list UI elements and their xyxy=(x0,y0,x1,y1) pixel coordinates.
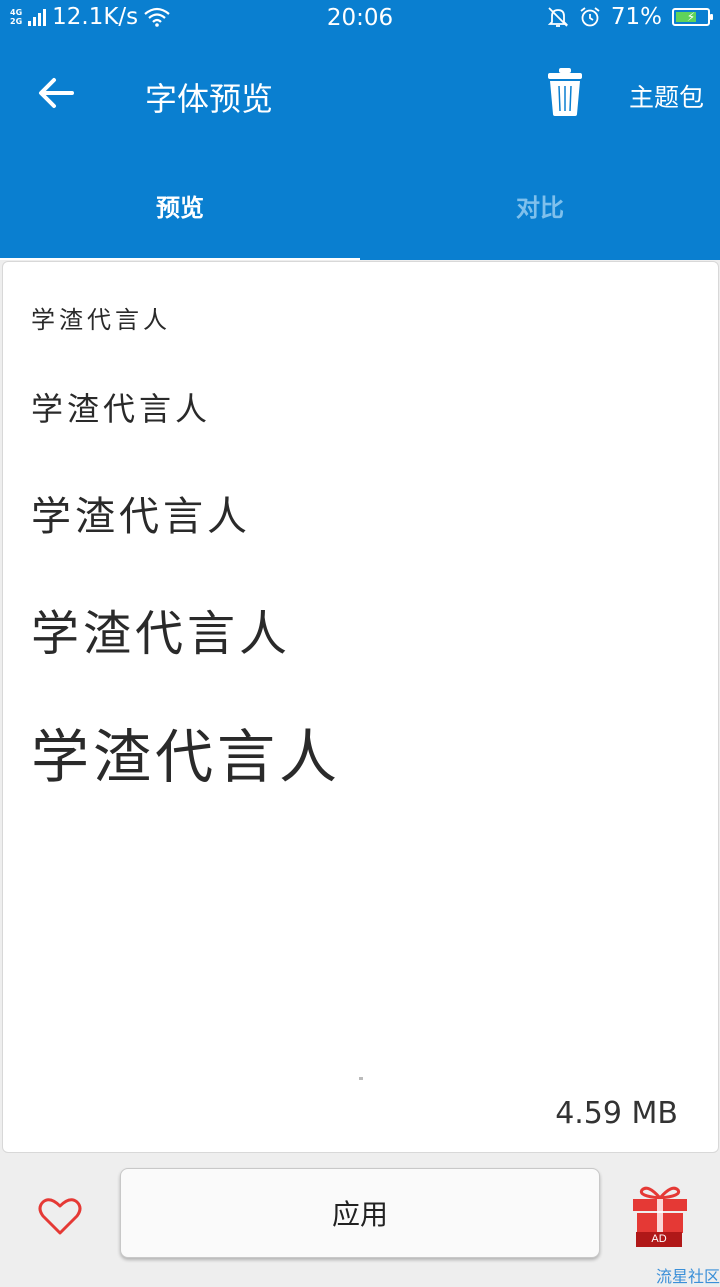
apply-button[interactable]: 应用 xyxy=(120,1168,600,1258)
battery-icon: ⚡ xyxy=(672,8,713,26)
battery-percent: 71% xyxy=(610,4,662,30)
ad-badge: AD xyxy=(636,1232,682,1247)
font-sample: 学渣代言人 xyxy=(31,606,292,662)
font-sample: 学渣代言人 xyxy=(31,494,251,540)
theme-pack-button[interactable]: 主题包 xyxy=(629,78,704,114)
heart-icon[interactable] xyxy=(38,1196,82,1236)
status-bar: 4G 2G 12.1K/s 20:06 71% ⚡ xyxy=(0,0,720,36)
tab-preview[interactable]: 预览 xyxy=(0,150,360,260)
page-indicator-dot xyxy=(359,1077,363,1080)
mute-icon xyxy=(547,7,569,27)
preview-card[interactable]: 学渣代言人 学渣代言人 学渣代言人 学渣代言人 学渣代言人 4.59 MB xyxy=(2,261,719,1153)
tab-bar: 预览 对比 xyxy=(0,150,720,260)
bottom-bar: 应用 AD xyxy=(0,1156,720,1280)
font-sample: 学渣代言人 xyxy=(31,723,342,791)
font-sample: 学渣代言人 xyxy=(31,390,212,428)
watermark: 流星社区 xyxy=(655,1267,720,1286)
tab-compare[interactable]: 对比 xyxy=(360,150,720,260)
page-title: 字体预览 xyxy=(145,80,274,118)
font-sample: 学渣代言人 xyxy=(31,306,171,334)
back-arrow-icon[interactable] xyxy=(36,73,76,113)
tab-indicator xyxy=(0,258,360,260)
status-right: 71% ⚡ xyxy=(547,4,713,30)
trash-icon[interactable] xyxy=(546,68,584,116)
file-size: 4.59 MB xyxy=(555,1096,678,1131)
alarm-icon xyxy=(580,7,600,27)
app-bar: 字体预览 主题包 xyxy=(0,36,720,150)
